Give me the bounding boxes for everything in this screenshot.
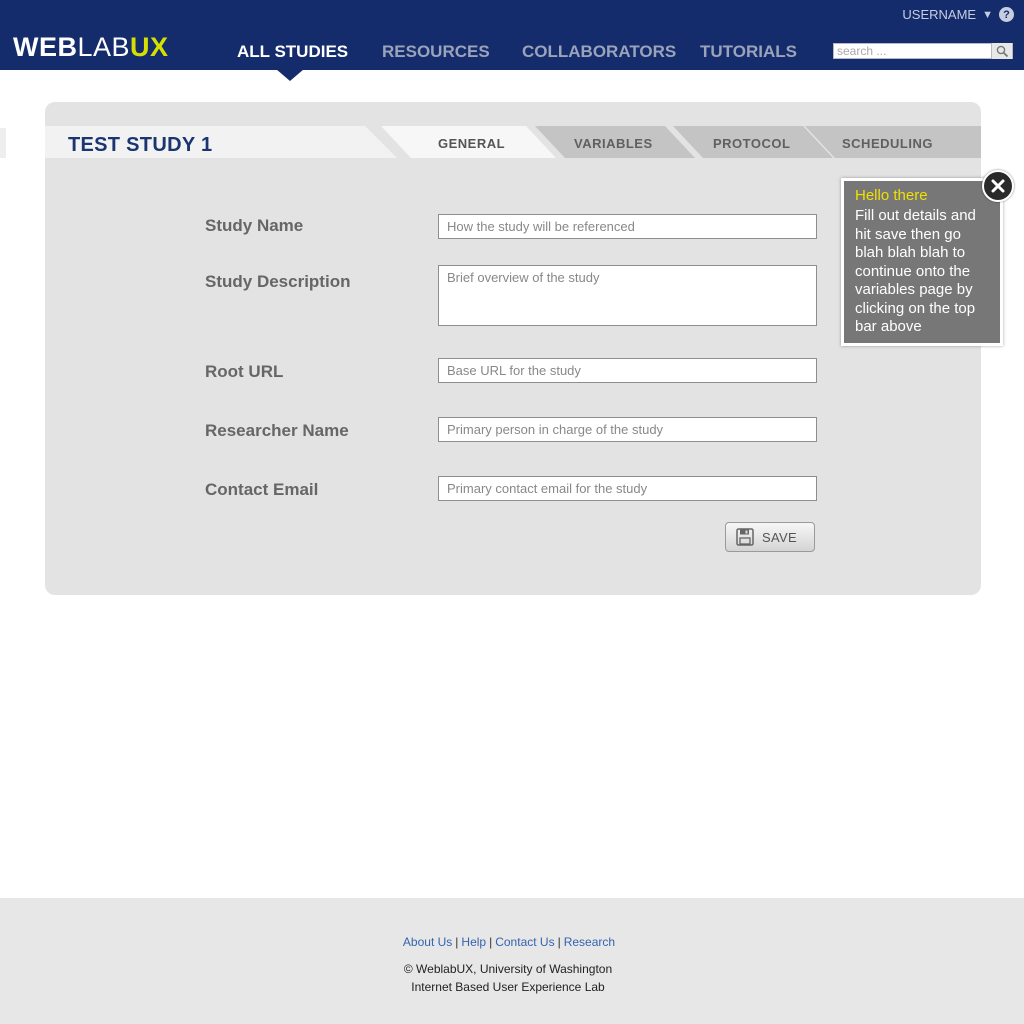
username-label[interactable]: USERNAME xyxy=(902,7,976,22)
root-url-input[interactable] xyxy=(439,359,816,382)
study-name-label: Study Name xyxy=(205,216,304,235)
root-url-label: Root URL xyxy=(205,362,284,381)
floppy-disk-icon xyxy=(736,528,754,546)
tab-scheduling[interactable]: SCHEDULING xyxy=(805,126,981,158)
footer-separator: | xyxy=(557,935,561,949)
root-url-field-box xyxy=(438,358,817,383)
tab-scheduling-label: SCHEDULING xyxy=(842,136,933,151)
study-name-field-box xyxy=(438,214,817,239)
researcher-name-label: Researcher Name xyxy=(205,421,349,440)
footer-separator: | xyxy=(489,935,493,949)
study-tabbar: TEST STUDY 1 GENERAL VARIABLES PROTOCOL … xyxy=(45,126,981,158)
logo-text-web: WEB xyxy=(13,32,78,62)
active-nav-pointer xyxy=(276,69,304,81)
search-input[interactable] xyxy=(834,44,992,58)
footer-link-research[interactable]: Research xyxy=(564,935,615,949)
footer-link-about-us[interactable]: About Us xyxy=(403,935,452,949)
contact-email-field-box xyxy=(438,476,817,501)
magnifier-icon xyxy=(996,45,1008,57)
study-description-field-box xyxy=(438,265,817,326)
contact-email-input[interactable] xyxy=(439,477,816,500)
researcher-name-field-box xyxy=(438,417,817,442)
caret-down-icon[interactable]: ▼ xyxy=(982,9,993,21)
tab-general[interactable]: GENERAL xyxy=(381,126,556,158)
footer-copyright: © WeblabUX, University of Washington xyxy=(403,962,613,976)
save-button-label: SAVE xyxy=(762,529,797,545)
help-icon[interactable]: ? xyxy=(999,7,1014,22)
page-footer: About Us | Help | Contact Us | Research © Webl… xyxy=(0,898,1024,1024)
footer-links: About Us | Help | Contact Us | Research xyxy=(0,935,1024,949)
weblabux-logo[interactable]: WEBLABUX xyxy=(13,33,169,61)
tooltip-title: Hello there xyxy=(855,187,928,204)
search-box xyxy=(833,43,1013,59)
search-button[interactable] xyxy=(991,43,1012,59)
close-icon xyxy=(991,179,1005,193)
tab-variables-label: VARIABLES xyxy=(574,136,653,151)
study-description-label: Study Description xyxy=(205,272,351,291)
nav-all-studies[interactable]: ALL STUDIES xyxy=(237,42,348,62)
logo-text-lab: LAB xyxy=(77,32,131,62)
nav-resources[interactable]: RESOURCES xyxy=(382,42,490,62)
study-description-textarea[interactable] xyxy=(439,266,816,325)
study-panel: TEST STUDY 1 GENERAL VARIABLES PROTOCOL … xyxy=(45,102,981,595)
left-edge-marker xyxy=(0,128,6,158)
save-button[interactable]: SAVE xyxy=(725,522,815,552)
tooltip-close-button[interactable] xyxy=(982,170,1014,202)
top-header: WEBLABUX USERNAME ▼ ? ALL STUDIES RESOUR… xyxy=(0,0,1024,70)
footer-link-help[interactable]: Help xyxy=(461,935,486,949)
tab-protocol-label: PROTOCOL xyxy=(713,136,791,151)
nav-tutorials[interactable]: TUTORIALS xyxy=(700,42,797,62)
help-tooltip: Hello there Fill out details and hit sav… xyxy=(841,178,1003,346)
logo-text-ux: UX xyxy=(130,32,169,62)
tab-general-label: GENERAL xyxy=(438,136,506,151)
tooltip-body: Fill out details and hit save then go bl… xyxy=(855,207,976,335)
tab-variables[interactable]: VARIABLES xyxy=(535,126,695,158)
footer-link-contact-us[interactable]: Contact Us xyxy=(495,935,554,949)
nav-collaborators[interactable]: COLLABORATORS xyxy=(522,42,676,62)
study-name-input[interactable] xyxy=(439,215,816,238)
footer-subtitle: Internet Based User Experience Lab xyxy=(411,980,605,994)
footer-separator: | xyxy=(455,935,459,949)
user-menu[interactable]: USERNAME ▼ ? xyxy=(902,7,1014,22)
contact-email-label: Contact Email xyxy=(205,480,319,499)
study-title: TEST STUDY 1 xyxy=(68,134,213,156)
researcher-name-input[interactable] xyxy=(439,418,816,441)
